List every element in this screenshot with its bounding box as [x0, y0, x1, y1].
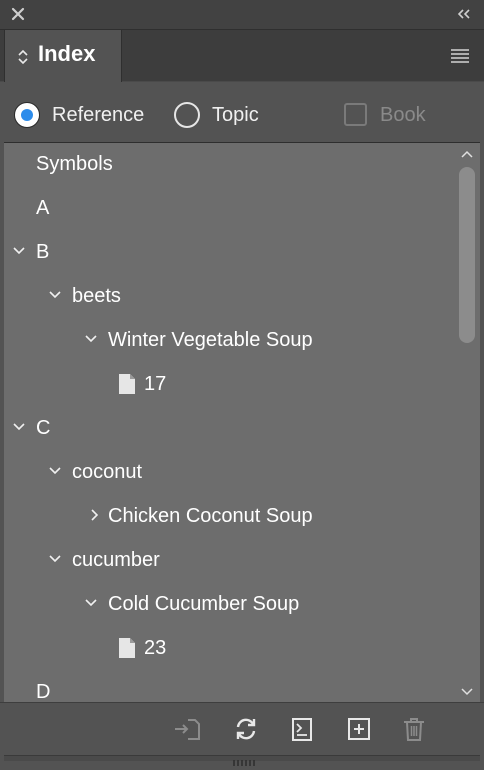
list-item-winter-vegetable-soup[interactable]: Winter Vegetable Soup	[4, 321, 454, 361]
list-item-cucumber[interactable]: cucumber	[4, 541, 454, 581]
expand-collapse-icon[interactable]	[17, 49, 29, 65]
book-label: Book	[380, 104, 426, 126]
scroll-down-icon[interactable]	[460, 687, 474, 697]
entry-label: coconut	[72, 461, 143, 483]
entry-label: cucumber	[72, 549, 160, 571]
page-number: 17	[144, 373, 167, 395]
list-item-page-23[interactable]: 23	[4, 629, 454, 669]
entry-label: A	[36, 197, 50, 219]
entry-label: Winter Vegetable Soup	[108, 329, 313, 351]
entry-label: Symbols	[36, 153, 113, 175]
new-index-icon[interactable]	[288, 715, 316, 743]
chevron-right-icon[interactable]	[88, 508, 102, 522]
chevron-down-icon[interactable]	[12, 244, 26, 258]
list-item-chicken-coconut-soup[interactable]: Chicken Coconut Soup	[4, 497, 454, 537]
tab-label: Index	[38, 41, 96, 66]
tab-index[interactable]: Index	[4, 30, 122, 83]
options-row: Reference Topic Book	[0, 82, 484, 142]
entry-label: D	[36, 681, 51, 702]
add-entry-icon[interactable]	[345, 715, 373, 743]
list-item-b[interactable]: B	[4, 233, 454, 273]
close-icon[interactable]	[10, 6, 26, 22]
panel-footer	[0, 702, 484, 770]
list-item-coconut[interactable]: coconut	[4, 453, 454, 493]
list-item-page-17[interactable]: 17	[4, 365, 454, 405]
collapse-panel-icon[interactable]	[456, 6, 472, 22]
go-to-marker-icon[interactable]	[172, 715, 200, 743]
chevron-down-icon[interactable]	[12, 420, 26, 434]
chevron-down-icon[interactable]	[48, 288, 62, 302]
refresh-icon[interactable]	[232, 715, 260, 743]
list-item-d[interactable]: D	[4, 673, 454, 702]
page-icon	[119, 374, 135, 394]
radio-selected-icon[interactable]	[14, 102, 40, 128]
list-item-beets[interactable]: beets	[4, 277, 454, 317]
radio-unselected-icon[interactable]	[174, 102, 200, 128]
list-item-cold-cucumber-soup[interactable]: Cold Cucumber Soup	[4, 585, 454, 625]
topic-label: Topic	[212, 104, 259, 126]
index-entry-list[interactable]: Symbols A B beets Winter Vegetable Soup …	[4, 142, 480, 702]
entry-label: C	[36, 417, 51, 439]
list-item-a[interactable]: A	[4, 189, 454, 229]
page-icon	[119, 638, 135, 658]
scrollbar-thumb[interactable]	[459, 167, 475, 343]
scroll-up-icon[interactable]	[460, 149, 474, 159]
panel-menu-icon[interactable]	[450, 48, 470, 64]
chevron-down-icon[interactable]	[48, 464, 62, 478]
page-number: 23	[144, 637, 167, 659]
chevron-down-icon[interactable]	[84, 596, 98, 610]
entry-label: beets	[72, 285, 121, 307]
list-item-c[interactable]: C	[4, 409, 454, 449]
trash-icon[interactable]	[400, 715, 428, 743]
entry-label: Chicken Coconut Soup	[108, 505, 313, 527]
chevron-down-icon[interactable]	[84, 332, 98, 346]
reference-label: Reference	[52, 104, 145, 126]
list-item-symbols[interactable]: Symbols	[4, 145, 454, 185]
resize-handle-icon[interactable]	[232, 759, 258, 767]
vertical-scrollbar[interactable]	[454, 143, 480, 702]
entry-label: Cold Cucumber Soup	[108, 593, 300, 615]
entry-label: B	[36, 241, 50, 263]
chevron-down-icon[interactable]	[48, 552, 62, 566]
panel-title-bar	[0, 0, 484, 30]
tab-row: Index	[0, 30, 484, 83]
checkbox-icon[interactable]	[344, 103, 367, 126]
